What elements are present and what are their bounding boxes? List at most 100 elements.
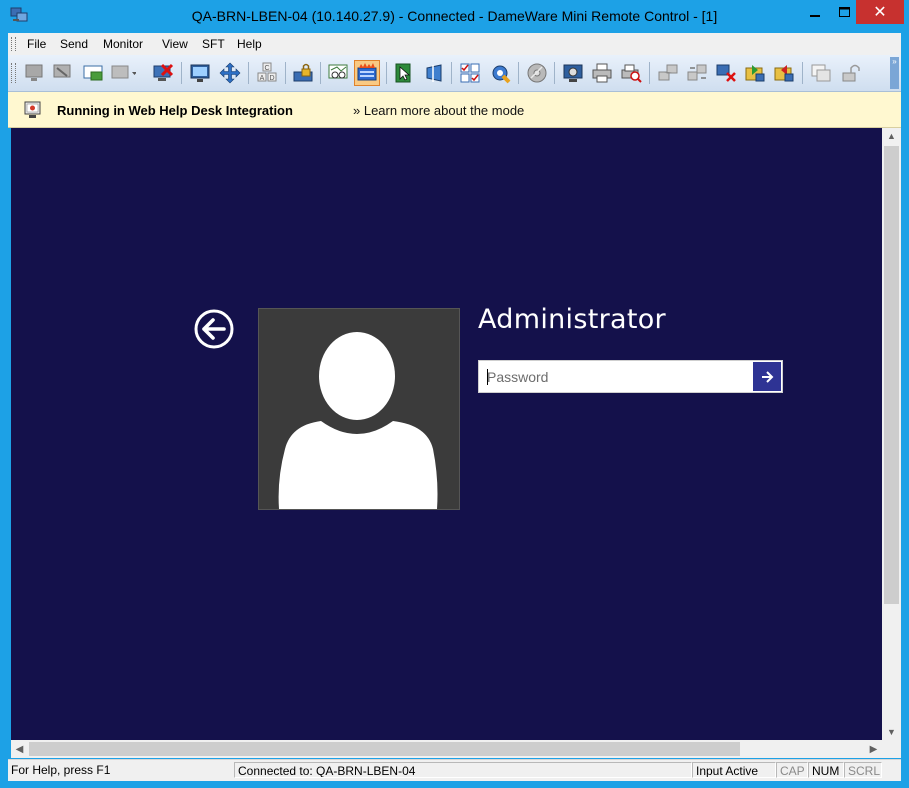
unlock-button[interactable] [838,60,864,86]
monitor-button[interactable] [187,60,213,86]
status-cap: CAP [776,762,808,778]
status-scrl: SCRL [844,762,882,778]
minimize-button[interactable] [800,0,830,24]
print-button[interactable] [589,60,615,86]
status-num: NUM [808,762,844,778]
connect-icon [25,64,43,81]
status-bar: For Help, press F1 Connected to: QA-BRN-… [8,759,901,781]
window-title: QA-BRN-LBEN-04 (10.140.27.9) - Connected… [191,8,718,24]
settings-checklist-button[interactable] [457,60,483,86]
status-help: For Help, press F1 [11,763,111,777]
svg-text:D: D [269,75,274,82]
file-transfer-icon [745,65,765,82]
toolbar-separator [554,62,555,84]
back-arrow-icon[interactable] [194,309,234,349]
vertical-scroll-thumb[interactable] [884,146,899,604]
chat-button[interactable] [80,60,106,86]
screen-select-button[interactable] [421,60,447,86]
scroll-right-icon[interactable]: ▶ [865,740,882,758]
monitor-icon [190,64,210,82]
print-preview-icon [621,64,642,83]
close-icon: ✕ [873,4,887,21]
disconnect-icon [53,64,71,78]
menu-send[interactable]: Send [60,37,88,51]
pointer-button[interactable] [391,60,417,86]
toolbar-separator [802,62,803,84]
print-preview-button[interactable] [618,60,644,86]
toolbar-separator [181,62,182,84]
move-icon [219,62,241,84]
close-button[interactable]: ✕ [856,0,904,24]
scroll-down-icon[interactable]: ▼ [882,724,901,740]
disconnect-session-button[interactable] [150,60,176,86]
password-field[interactable] [478,360,783,393]
username-label: Administrator [478,304,666,335]
file-transfer-out-button[interactable] [771,60,797,86]
connect-button[interactable] [21,60,47,86]
input-active-button[interactable] [354,60,380,86]
vertical-scrollbar[interactable]: ▲ ▼ [882,128,901,740]
menu-sft[interactable]: SFT [202,37,225,51]
unlock-icon [842,64,860,82]
svg-text:A: A [260,75,265,82]
info-bar: Running in Web Help Desk Integration » L… [8,92,901,128]
keyboard-abc-button[interactable]: CAD [254,60,280,86]
send-keys-icon [111,65,136,79]
toolbar-separator [285,62,286,84]
screenshot-button[interactable] [560,60,586,86]
menu-bar: File Send Monitor View SFT Help [8,33,901,55]
maximize-icon [838,7,850,17]
scroll-left-icon[interactable]: ◀ [11,740,28,758]
password-input[interactable] [487,361,747,392]
menu-view[interactable]: View [162,37,188,51]
user-silhouette-icon [278,332,438,509]
print-icon [592,63,612,83]
scroll-up-icon[interactable]: ▲ [882,128,901,144]
lock-workstation-button[interactable] [290,60,316,86]
file-transfer-button[interactable] [742,60,768,86]
keyboard-abc-icon: CA D [257,62,277,82]
menu-help[interactable]: Help [237,37,262,51]
network-transfer-button[interactable] [684,60,710,86]
remote-screen[interactable]: Administrator [11,128,882,740]
arrow-right-icon [762,370,774,383]
horizontal-scroll-thumb[interactable] [29,742,740,756]
learn-more-link[interactable]: » Learn more about the mode [353,103,524,118]
network-button[interactable] [655,60,681,86]
screen-select-icon [426,64,442,82]
disconnect-red-icon [153,63,174,81]
toolbar-separator [386,62,387,84]
view-only-icon [328,64,348,79]
menu-monitor[interactable]: Monitor [103,37,143,51]
settings-checklist-icon [460,63,480,83]
tools-icon [492,65,511,84]
windows-icon [811,64,831,82]
send-keys-button[interactable] [110,60,136,86]
toolbar-overflow-button[interactable]: » [890,57,899,89]
network-transfer-icon [687,64,707,81]
view-only-button[interactable] [325,60,351,86]
toolbar-separator [320,62,321,84]
submit-password-button[interactable] [753,362,781,391]
disk-button[interactable] [524,60,550,86]
network-disconnect-icon [716,64,736,82]
toolbar: CAD » [8,55,901,92]
move-button[interactable] [217,60,243,86]
menu-file[interactable]: File [27,37,46,51]
toolbar-separator [518,62,519,84]
windows-button[interactable] [808,60,834,86]
tools-button[interactable] [487,60,513,86]
toolbar-separator [451,62,452,84]
toolbar-separator [649,62,650,84]
title-bar[interactable]: QA-BRN-LBEN-04 (10.140.27.9) - Connected… [0,0,909,33]
network-icon [658,64,678,81]
info-message: Running in Web Help Desk Integration [57,103,293,118]
maximize-button[interactable] [829,0,859,24]
disconnect-button[interactable] [49,60,75,86]
horizontal-scrollbar[interactable]: ◀ ▶ [11,740,882,758]
network-disconnect-button[interactable] [713,60,739,86]
disk-icon [527,63,547,83]
status-connection: Connected to: QA-BRN-LBEN-04 [234,762,692,778]
screenshot-icon [563,64,583,82]
svg-text:C: C [264,65,269,72]
